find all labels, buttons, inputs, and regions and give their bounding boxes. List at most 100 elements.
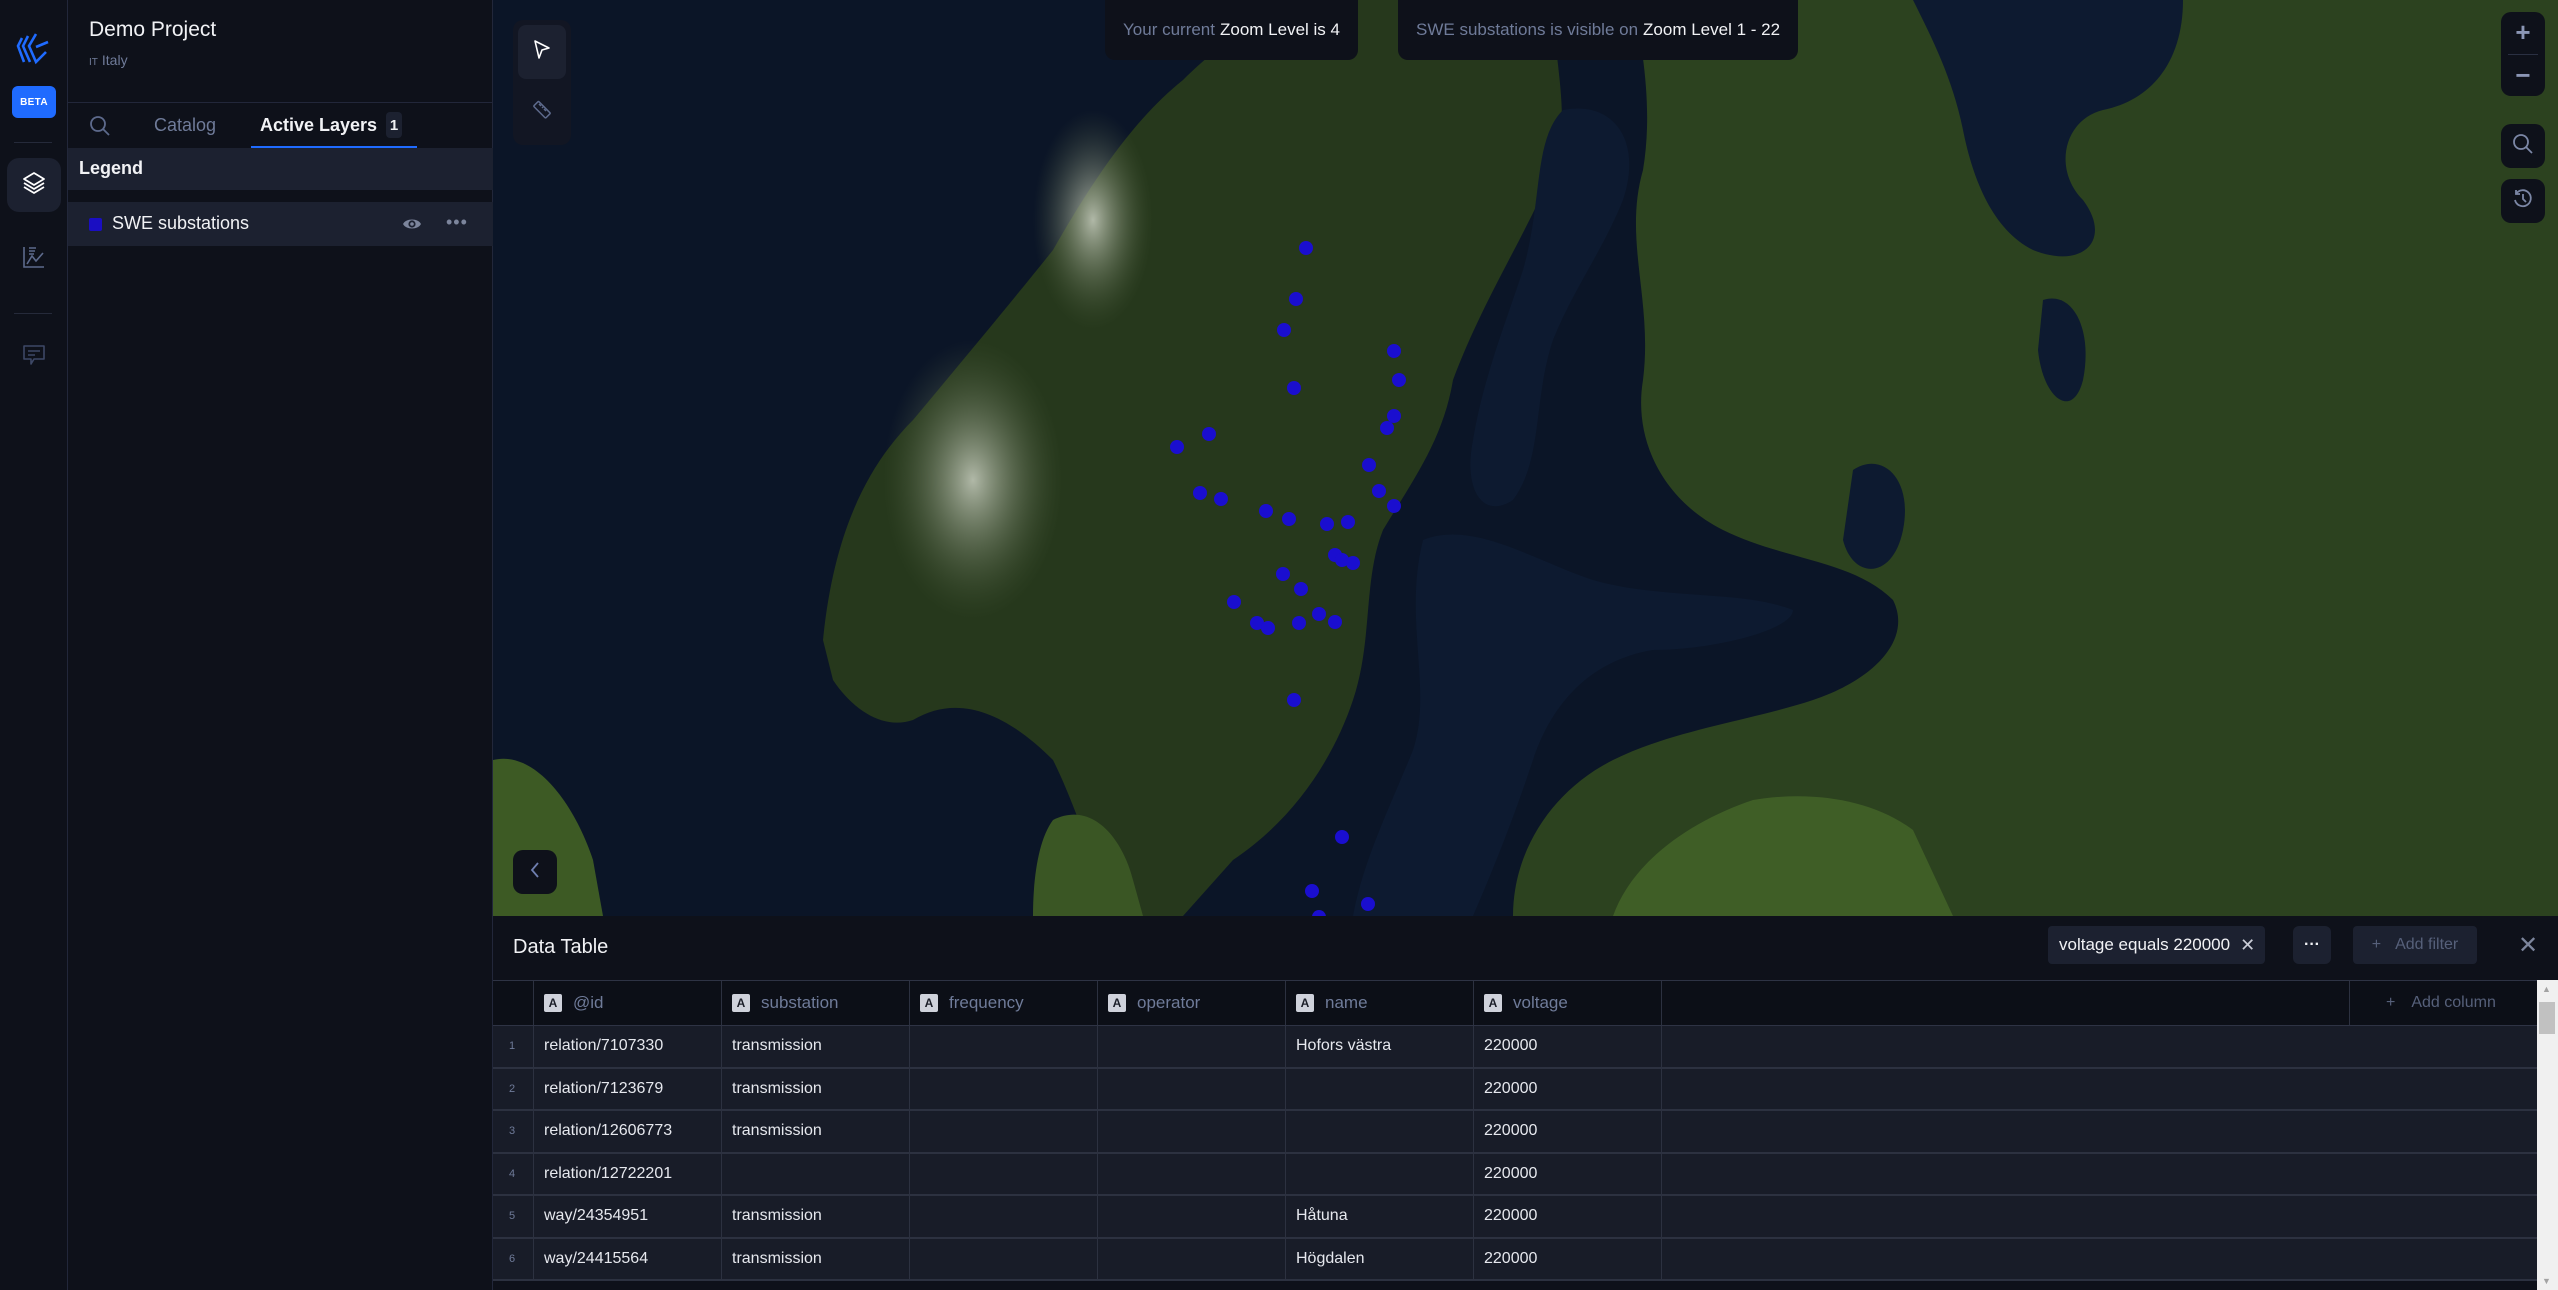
substation-point[interactable] <box>1380 420 1395 435</box>
rail-item-analytics[interactable] <box>7 232 61 286</box>
table-cell-voltage[interactable]: 220000 <box>1474 1026 1662 1067</box>
table-cell-operator[interactable] <box>1098 1068 1286 1109</box>
table-cell-name[interactable] <box>1286 1153 1474 1194</box>
table-cell-voltage[interactable]: 220000 <box>1474 1111 1662 1152</box>
search-icon[interactable] <box>89 115 111 142</box>
tab-catalog[interactable]: Catalog <box>154 115 216 136</box>
table-cell-substation[interactable]: transmission <box>722 1111 910 1152</box>
table-cell-operator[interactable] <box>1098 1238 1286 1279</box>
table-cell-operator[interactable] <box>1098 1111 1286 1152</box>
substation-point[interactable] <box>1169 440 1184 455</box>
zoom-in-button[interactable]: + <box>2501 12 2545 54</box>
substation-point[interactable] <box>1319 516 1334 531</box>
substation-point[interactable] <box>1391 373 1406 388</box>
map-search-button[interactable] <box>2501 124 2545 168</box>
layer-item[interactable]: SWE substations ••• <box>68 202 493 246</box>
substation-point[interactable] <box>1298 241 1313 256</box>
substation-point[interactable] <box>1288 291 1303 306</box>
column-header[interactable]: Avoltage <box>1474 981 1662 1025</box>
column-header[interactable]: Asubstation <box>722 981 910 1025</box>
add-column-button[interactable]: + Add column <box>2350 981 2537 1025</box>
table-cell-frequency[interactable] <box>910 1153 1098 1194</box>
table-cell-name[interactable]: Högdalen <box>1286 1238 1474 1279</box>
table-cell-frequency[interactable] <box>910 1196 1098 1237</box>
column-header[interactable]: Afrequency <box>910 981 1098 1025</box>
plus-icon: + <box>2386 994 2396 1011</box>
substation-point[interactable] <box>1311 606 1326 621</box>
history-icon <box>2512 188 2534 215</box>
table-row[interactable]: 3 relation/12606773 transmission 220000 <box>493 1111 2537 1154</box>
table-cell-frequency[interactable] <box>910 1026 1098 1067</box>
table-cell-frequency[interactable] <box>910 1238 1098 1279</box>
table-cell-voltage[interactable]: 220000 <box>1474 1153 1662 1194</box>
table-row[interactable]: 2 relation/7123679 transmission 220000 <box>493 1068 2537 1111</box>
measure-tool-button[interactable] <box>518 84 566 138</box>
table-cell-substation[interactable]: transmission <box>722 1026 910 1067</box>
table-cell-name[interactable] <box>1286 1111 1474 1152</box>
table-row[interactable]: 6 way/24415564 transmission Högdalen 220000 <box>493 1238 2537 1281</box>
substation-point[interactable] <box>1386 498 1401 513</box>
table-cell-substation[interactable] <box>722 1153 910 1194</box>
add-filter-button[interactable]: + Add filter <box>2353 926 2477 964</box>
column-header-label: substation <box>761 993 839 1012</box>
rail-item-comments[interactable] <box>7 330 61 384</box>
eye-icon[interactable] <box>402 214 422 239</box>
table-more-button[interactable]: ··· <box>2293 926 2331 964</box>
table-cell-frequency[interactable] <box>910 1068 1098 1109</box>
tab-active-layers[interactable]: Active Layers <box>260 115 377 136</box>
table-cell-id[interactable]: way/24415564 <box>534 1238 722 1279</box>
table-cell-substation[interactable]: transmission <box>722 1068 910 1109</box>
table-cell-id[interactable]: way/24354951 <box>534 1196 722 1237</box>
substation-point[interactable] <box>1345 556 1360 571</box>
table-scrollbar[interactable]: ▲ ▼ <box>2537 980 2558 1290</box>
collapse-panel-button[interactable] <box>513 850 557 894</box>
table-cell-substation[interactable]: transmission <box>722 1196 910 1237</box>
table-cell-operator[interactable] <box>1098 1026 1286 1067</box>
remove-filter-icon[interactable]: ✕ <box>2240 935 2255 956</box>
row-number: 2 <box>493 1068 534 1109</box>
app-logo-icon[interactable] <box>16 30 52 70</box>
close-table-icon[interactable]: ✕ <box>2509 926 2547 964</box>
column-header[interactable]: A @id <box>534 981 722 1025</box>
table-cell-operator[interactable] <box>1098 1196 1286 1237</box>
table-cell-frequency[interactable] <box>910 1111 1098 1152</box>
substation-point[interactable] <box>1386 343 1401 358</box>
column-header[interactable]: Aname <box>1286 981 1474 1025</box>
table-cell-name[interactable] <box>1286 1068 1474 1109</box>
scroll-down-arrow-icon[interactable]: ▼ <box>2542 1276 2551 1286</box>
table-cell-voltage[interactable]: 220000 <box>1474 1068 1662 1109</box>
substation-point[interactable] <box>1334 830 1349 845</box>
table-row[interactable]: 4 relation/12722201 220000 <box>493 1153 2537 1196</box>
scrollbar-thumb[interactable] <box>2539 1002 2555 1034</box>
table-cell-name[interactable]: Hofors västra <box>1286 1026 1474 1067</box>
table-row[interactable]: 1 relation/7107330 transmission Hofors väst… <box>493 1026 2537 1069</box>
table-cell-id[interactable]: relation/7123679 <box>534 1068 722 1109</box>
table-cell-voltage[interactable]: 220000 <box>1474 1196 1662 1237</box>
substation-point[interactable] <box>1192 485 1207 500</box>
column-header[interactable]: Aoperator <box>1098 981 1286 1025</box>
project-title: Demo Project <box>89 18 217 41</box>
table-row[interactable]: 5 way/24354951 transmission Håtuna 220000 <box>493 1196 2537 1239</box>
country-name: Italy <box>101 52 128 68</box>
table-cell-id[interactable]: relation/12722201 <box>534 1153 722 1194</box>
select-tool-button[interactable] <box>518 25 566 79</box>
layer-more-options-icon[interactable]: ••• <box>446 212 468 233</box>
scroll-up-arrow-icon[interactable]: ▲ <box>2542 984 2551 994</box>
zoom-out-button[interactable]: − <box>2501 54 2545 96</box>
table-cell-id[interactable]: relation/12606773 <box>534 1111 722 1152</box>
rail-item-layers[interactable] <box>7 158 61 212</box>
table-cell-substation[interactable]: transmission <box>722 1238 910 1279</box>
substation-point[interactable] <box>1277 322 1292 337</box>
substation-point[interactable] <box>1327 614 1342 629</box>
visibility-info-value: Zoom Level 1 - 22 <box>1643 20 1781 39</box>
table-cell-id[interactable]: relation/7107330 <box>534 1026 722 1067</box>
filter-chip[interactable]: voltage equals 220000 ✕ <box>2048 926 2265 964</box>
table-cell-operator[interactable] <box>1098 1153 1286 1194</box>
table-cell-name[interactable]: Håtuna <box>1286 1196 1474 1237</box>
substation-point[interactable] <box>1360 897 1375 912</box>
substation-point[interactable] <box>1293 582 1308 597</box>
table-cell-voltage[interactable]: 220000 <box>1474 1238 1662 1279</box>
history-button[interactable] <box>2501 179 2545 223</box>
substation-point[interactable] <box>1226 595 1241 610</box>
map-view[interactable]: Your current Zoom Level is 4 SWE substat… <box>493 0 2558 916</box>
